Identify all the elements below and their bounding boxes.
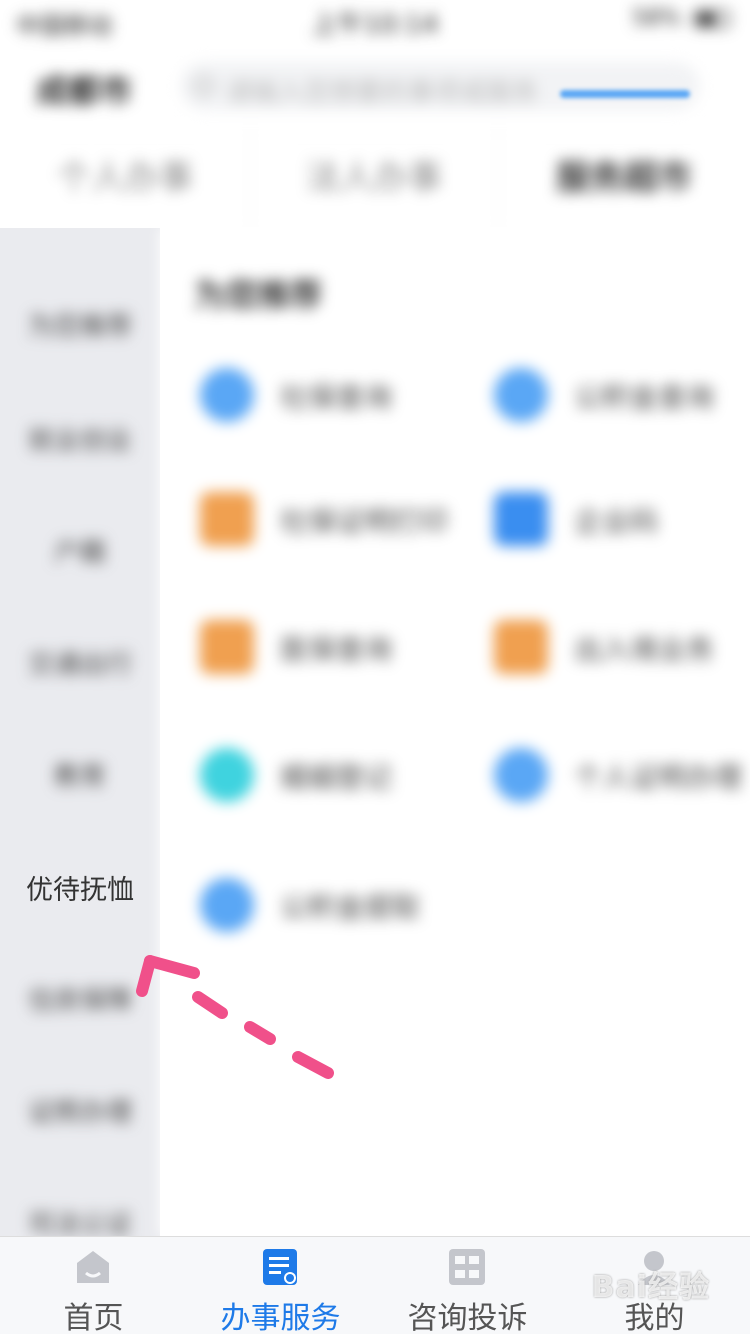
nav-services[interactable]: 办事服务 [187,1237,374,1334]
tab-active-indicator [560,90,690,98]
service-label: 婚姻登记 [280,761,393,794]
search-input[interactable]: 请输入您想要的事项或服务 [180,62,700,110]
battery-icon [694,10,730,28]
sidebar-item-preferential-treatment[interactable]: 优待抚恤 [0,868,160,907]
circle-icon [494,748,548,802]
service-label: 出入境业务 [574,633,715,666]
service-label: 企业码 [574,505,659,538]
document-icon [263,1249,297,1285]
chat-icon [449,1249,485,1285]
circle-icon [200,368,254,422]
nav-home[interactable]: 首页 [0,1237,187,1334]
search-header: 成都市 请输入您想要的事项或服务 [0,44,750,128]
status-bar: 中国移动 上午10:14 58% [0,0,750,44]
service-label: 公积金查询 [574,381,715,414]
home-icon [77,1251,109,1283]
service-item[interactable]: 企业码 [494,484,750,554]
tab-personal[interactable]: 个人办事 [0,128,250,228]
service-item[interactable]: 出入境业务 [494,612,750,682]
nav-label: 咨询投诉 [407,1301,528,1334]
tab-service-market[interactable]: 服务超市 [498,128,750,228]
service-item[interactable]: 社保证明打印 [200,484,480,554]
circle-icon [200,878,254,932]
nav-label: 首页 [63,1301,124,1334]
region-selector[interactable]: 成都市 [36,66,132,112]
watermark-logo: Bai经验 [591,1270,710,1305]
circle-icon [200,748,254,802]
circle-icon [494,368,548,422]
printer-icon [200,492,254,546]
sidebar-item-education[interactable]: 教育 [0,756,160,793]
service-item[interactable]: 社保查询 [200,360,480,430]
battery-percent: 58% [632,6,681,31]
sidebar-item-employment[interactable]: 就业创业 [0,420,160,457]
tab-corporate[interactable]: 法人办事 [250,128,498,228]
service-item[interactable]: 公积金查询 [494,360,750,430]
category-tabs: 个人办事 法人办事 服务超市 [0,128,750,228]
battery-status: 58% [632,6,730,31]
search-placeholder: 请输入您想要的事项或服务 [226,78,539,108]
service-label: 医保查询 [280,633,393,666]
search-icon [194,76,214,96]
nav-label: 办事服务 [220,1301,341,1334]
service-item[interactable]: 公积金提取 [200,870,480,940]
sidebar-item-household[interactable]: 户籍 [0,532,160,569]
service-item[interactable]: 婚姻登记 [200,740,480,810]
service-label: 公积金提取 [280,891,421,924]
sidebar-item-recommended[interactable]: 为您推荐 [0,306,160,343]
annotation-arrow-icon [136,955,334,1079]
card-icon [494,620,548,674]
service-item[interactable]: 个人证明办理 [494,740,750,810]
service-label: 个人证明办理 [574,761,743,794]
section-title: 为您推荐 [194,276,323,314]
company-icon [494,492,548,546]
sidebar-item-certificates[interactable]: 证照办理 [0,1092,160,1129]
service-label: 社保证明打印 [280,505,449,538]
nav-consult[interactable]: 咨询投诉 [374,1237,561,1334]
service-item[interactable]: 医保查询 [200,612,480,682]
sidebar-item-transport[interactable]: 交通出行 [0,644,160,681]
service-label: 社保查询 [280,381,393,414]
card-icon [200,620,254,674]
